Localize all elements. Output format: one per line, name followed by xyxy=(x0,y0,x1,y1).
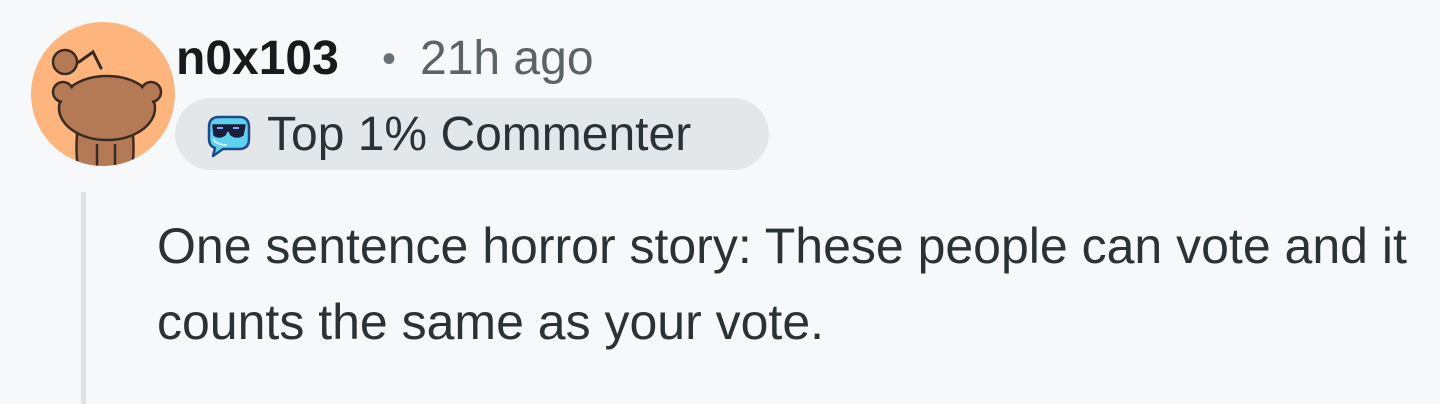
comment-body: One sentence horror story: These people … xyxy=(157,218,1407,350)
meta-separator: • xyxy=(382,37,397,81)
comment-timestamp[interactable]: 21h ago xyxy=(420,28,594,90)
user-flair: Top 1% Commenter xyxy=(175,98,769,170)
flair-label: Top 1% Commenter xyxy=(267,107,692,161)
snoo-avatar-icon xyxy=(51,48,163,166)
username-link[interactable]: n0x103 xyxy=(176,28,339,90)
comment: n0x103 • 21h ago Top 1% Commenter One se… xyxy=(0,0,1440,404)
user-avatar[interactable] xyxy=(31,22,175,166)
thread-collapse-line[interactable] xyxy=(81,192,86,404)
top-commenter-icon xyxy=(207,115,251,158)
